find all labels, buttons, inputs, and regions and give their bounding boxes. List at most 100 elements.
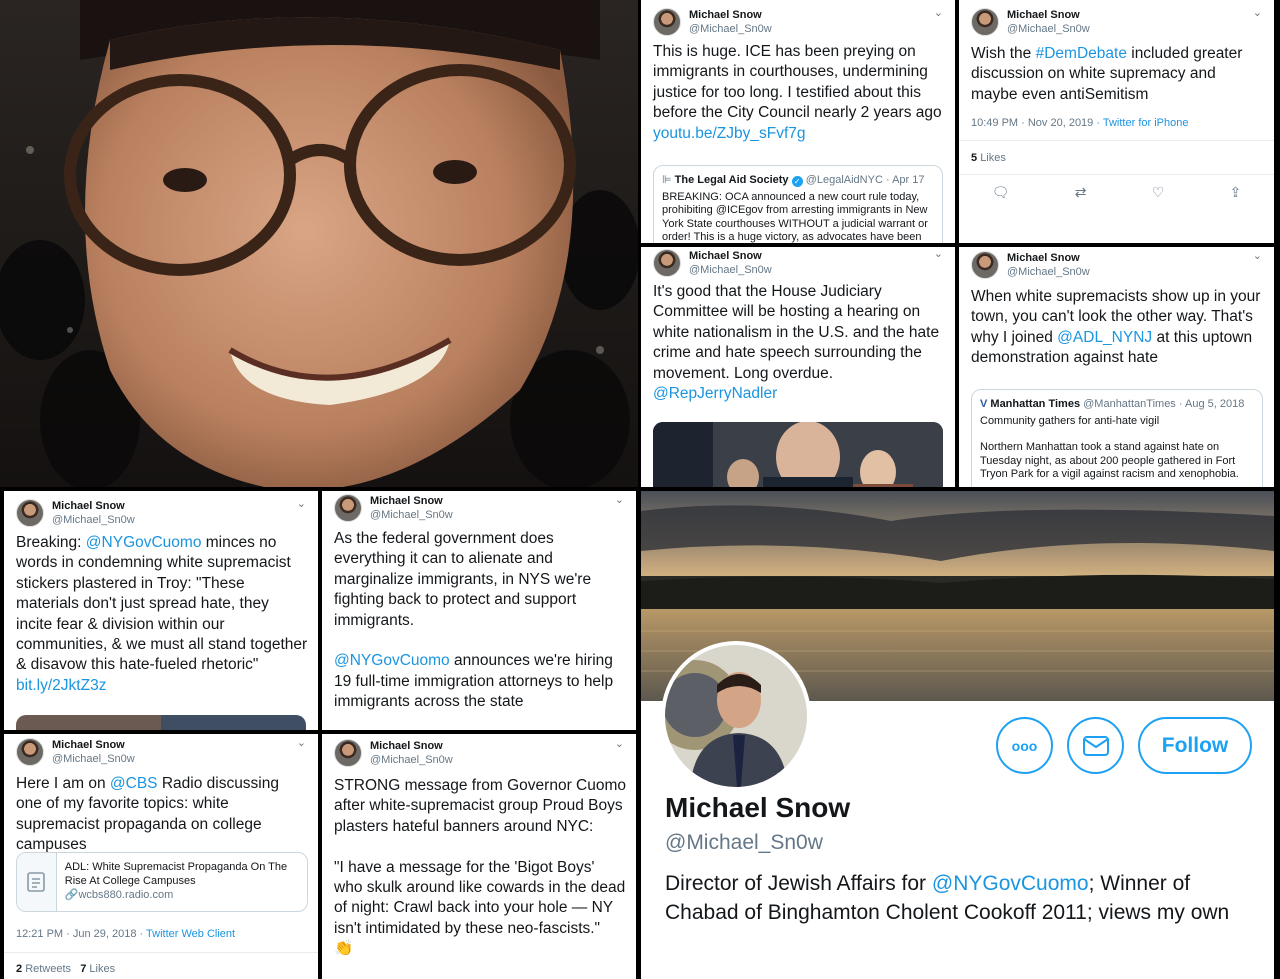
quote-author-handle: @ManhattanTimes bbox=[1083, 398, 1176, 410]
avatar[interactable] bbox=[16, 499, 44, 527]
author-name[interactable]: Michael Snow bbox=[1007, 251, 1090, 265]
link-card[interactable]: ADL: White Supremacist Propaganda On The… bbox=[16, 852, 308, 912]
quote-date: · Aug 5, 2018 bbox=[1178, 398, 1245, 410]
link-icon: 🔗 bbox=[64, 889, 79, 901]
hashtag-link[interactable]: #DemDebate bbox=[1036, 45, 1127, 62]
chevron-down-icon[interactable]: ⌄ bbox=[615, 737, 624, 750]
tweet-header: Michael Snow @Michael_Sn0w bbox=[334, 739, 453, 767]
author-handle[interactable]: @Michael_Sn0w bbox=[689, 22, 772, 36]
chevron-down-icon[interactable]: ⌄ bbox=[297, 497, 306, 510]
chevron-down-icon[interactable]: ⌄ bbox=[934, 247, 943, 260]
link-card-title: ADL: White Supremacist Propaganda On The… bbox=[64, 861, 288, 887]
tweet-client[interactable]: · Twitter Web Client bbox=[140, 928, 236, 940]
tweet-dem-debate[interactable]: Michael Snow @Michael_Sn0w ⌄ Wish the #De… bbox=[959, 0, 1274, 243]
avatar[interactable] bbox=[971, 251, 999, 279]
avatar[interactable] bbox=[16, 738, 44, 766]
hearing-photo[interactable] bbox=[653, 422, 943, 487]
chevron-down-icon[interactable]: ⌄ bbox=[297, 736, 306, 749]
envelope-icon bbox=[1082, 735, 1109, 756]
bio-mention-link[interactable]: @NYGovCuomo bbox=[932, 872, 1089, 895]
tweet-immigration-attorneys[interactable]: Michael Snow @Michael_Sn0w ⌄ As the feder… bbox=[322, 491, 636, 730]
tweet-text: It's good that the House Judiciary Commi… bbox=[653, 283, 944, 382]
avatar[interactable] bbox=[971, 8, 999, 36]
likes-stat[interactable]: 7 Likes bbox=[80, 963, 115, 975]
profile-name: Michael Snow bbox=[665, 792, 851, 823]
tweet-text: STRONG message from Governor Cuomo after… bbox=[334, 777, 627, 937]
profile-avatar[interactable] bbox=[661, 641, 811, 791]
author-name[interactable]: Michael Snow bbox=[689, 249, 772, 263]
likes-stat[interactable]: 5 Likes bbox=[971, 152, 1006, 164]
retweets-stat[interactable]: 2 Retweets bbox=[16, 963, 71, 975]
like-icon[interactable]: ♡ bbox=[1152, 184, 1165, 201]
chevron-down-icon[interactable]: ⌄ bbox=[615, 493, 624, 506]
avatar[interactable] bbox=[653, 249, 681, 277]
author-name[interactable]: Michael Snow bbox=[1007, 8, 1090, 22]
tweet-header: Michael Snow @Michael_Sn0w bbox=[653, 249, 772, 277]
quote-text: Northern Manhattan took a stand against … bbox=[980, 441, 1239, 480]
mention-link[interactable]: @RepJerryNadler bbox=[653, 385, 777, 402]
avatar[interactable] bbox=[334, 494, 362, 522]
tweet-link[interactable]: bit.ly/2JktZ3z bbox=[16, 677, 106, 694]
author-handle[interactable]: @Michael_Sn0w bbox=[52, 752, 135, 766]
more-options-button[interactable]: ooo bbox=[996, 717, 1053, 774]
author-handle[interactable]: @Michael_Sn0w bbox=[1007, 265, 1090, 279]
tweet-header: Michael Snow @Michael_Sn0w bbox=[971, 251, 1090, 279]
author-name[interactable]: Michael Snow bbox=[370, 494, 453, 508]
reply-icon[interactable]: 🗨 bbox=[992, 184, 1010, 201]
tweet-timestamp[interactable]: 12:21 PM · Jun 29, 2018 bbox=[16, 928, 136, 940]
likes-label: Likes bbox=[89, 963, 116, 975]
legal-aid-logo-icon: ⊫ bbox=[662, 174, 672, 186]
retweets-count: 2 bbox=[16, 963, 23, 975]
chevron-down-icon[interactable]: ⌄ bbox=[1253, 6, 1262, 19]
author-handle[interactable]: @Michael_Sn0w bbox=[370, 508, 453, 522]
quote-author-handle: @LegalAidNYC bbox=[805, 174, 883, 186]
tweet-ice-courthouses[interactable]: Michael Snow @Michael_Sn0w ⌄ This is huge… bbox=[641, 0, 955, 243]
portrait-photo bbox=[0, 0, 638, 487]
chevron-down-icon[interactable]: ⌄ bbox=[1253, 249, 1262, 262]
mention-link[interactable]: @NYGovCuomo bbox=[86, 534, 202, 551]
likes-count: 7 bbox=[80, 963, 87, 975]
manhattan-times-logo-icon: V bbox=[980, 398, 988, 410]
tweet-anti-hate-vigil[interactable]: Michael Snow @Michael_Sn0w ⌄ When white s… bbox=[959, 247, 1274, 487]
quote-text: BREAKING: OCA announced a new court rule… bbox=[662, 190, 928, 244]
profile-bio: Director of Jewish Affairs for @NYGovCuo… bbox=[665, 869, 1245, 927]
author-name[interactable]: Michael Snow bbox=[370, 739, 453, 753]
follow-button[interactable]: Follow bbox=[1138, 717, 1252, 774]
tweet-client[interactable]: · Twitter for iPhone bbox=[1096, 117, 1188, 129]
tweet-text-pre: Breaking: bbox=[16, 534, 86, 551]
author-handle[interactable]: @Michael_Sn0w bbox=[689, 263, 772, 277]
author-handle[interactable]: @Michael_Sn0w bbox=[370, 753, 453, 767]
tweet-troy-stickers[interactable]: Michael Snow @Michael_Sn0w ⌄ Breaking: @N… bbox=[4, 491, 318, 730]
quote-title: Community gathers for anti-hate vigil bbox=[980, 414, 1160, 427]
mention-link[interactable]: @CBS bbox=[110, 775, 158, 792]
retweet-icon[interactable]: ⇄ bbox=[1075, 184, 1087, 201]
share-icon[interactable]: ⇪ bbox=[1230, 184, 1242, 201]
author-handle[interactable]: @Michael_Sn0w bbox=[52, 513, 135, 527]
tweet-proud-boys[interactable]: Michael Snow @Michael_Sn0w ⌄ STRONG messa… bbox=[322, 734, 636, 979]
tweet-text-pre: Here I am on bbox=[16, 775, 110, 792]
tweet-timestamp[interactable]: 10:49 PM · Nov 20, 2019 bbox=[971, 117, 1093, 129]
avatar[interactable] bbox=[653, 8, 681, 36]
tweet-header: Michael Snow @Michael_Sn0w bbox=[971, 8, 1090, 36]
tweet-text-pre: Wish the bbox=[971, 45, 1036, 62]
likes-label: Likes bbox=[980, 152, 1006, 164]
document-icon bbox=[27, 872, 46, 892]
author-name[interactable]: Michael Snow bbox=[689, 8, 772, 22]
quoted-tweet[interactable]: V Manhattan Times @ManhattanTimes · Aug … bbox=[971, 389, 1263, 487]
mention-link[interactable]: @NYGovCuomo bbox=[334, 652, 450, 669]
avatar[interactable] bbox=[334, 739, 362, 767]
chevron-down-icon[interactable]: ⌄ bbox=[934, 6, 943, 19]
media-preview[interactable] bbox=[16, 715, 306, 730]
tweet-house-judiciary[interactable]: Michael Snow @Michael_Sn0w ⌄ It's good th… bbox=[641, 247, 955, 487]
tweet-cbs-radio[interactable]: Michael Snow @Michael_Sn0w ⌄ Here I am on… bbox=[4, 734, 318, 979]
author-name[interactable]: Michael Snow bbox=[52, 499, 135, 513]
author-handle[interactable]: @Michael_Sn0w bbox=[1007, 22, 1090, 36]
author-name[interactable]: Michael Snow bbox=[52, 738, 135, 752]
message-button[interactable] bbox=[1067, 717, 1124, 774]
tweet-text-post: minces no words in condemning white supr… bbox=[16, 534, 312, 674]
tweet-text-pre: As the federal government does everythin… bbox=[334, 530, 596, 629]
quoted-tweet[interactable]: ⊫ The Legal Aid Society ✓ @LegalAidNYC ·… bbox=[653, 165, 943, 243]
tweet-header: Michael Snow @Michael_Sn0w bbox=[16, 738, 135, 766]
mention-link[interactable]: @ADL_NYNJ bbox=[1057, 329, 1152, 346]
tweet-link[interactable]: youtu.be/ZJby_sFvf7g bbox=[653, 125, 806, 142]
